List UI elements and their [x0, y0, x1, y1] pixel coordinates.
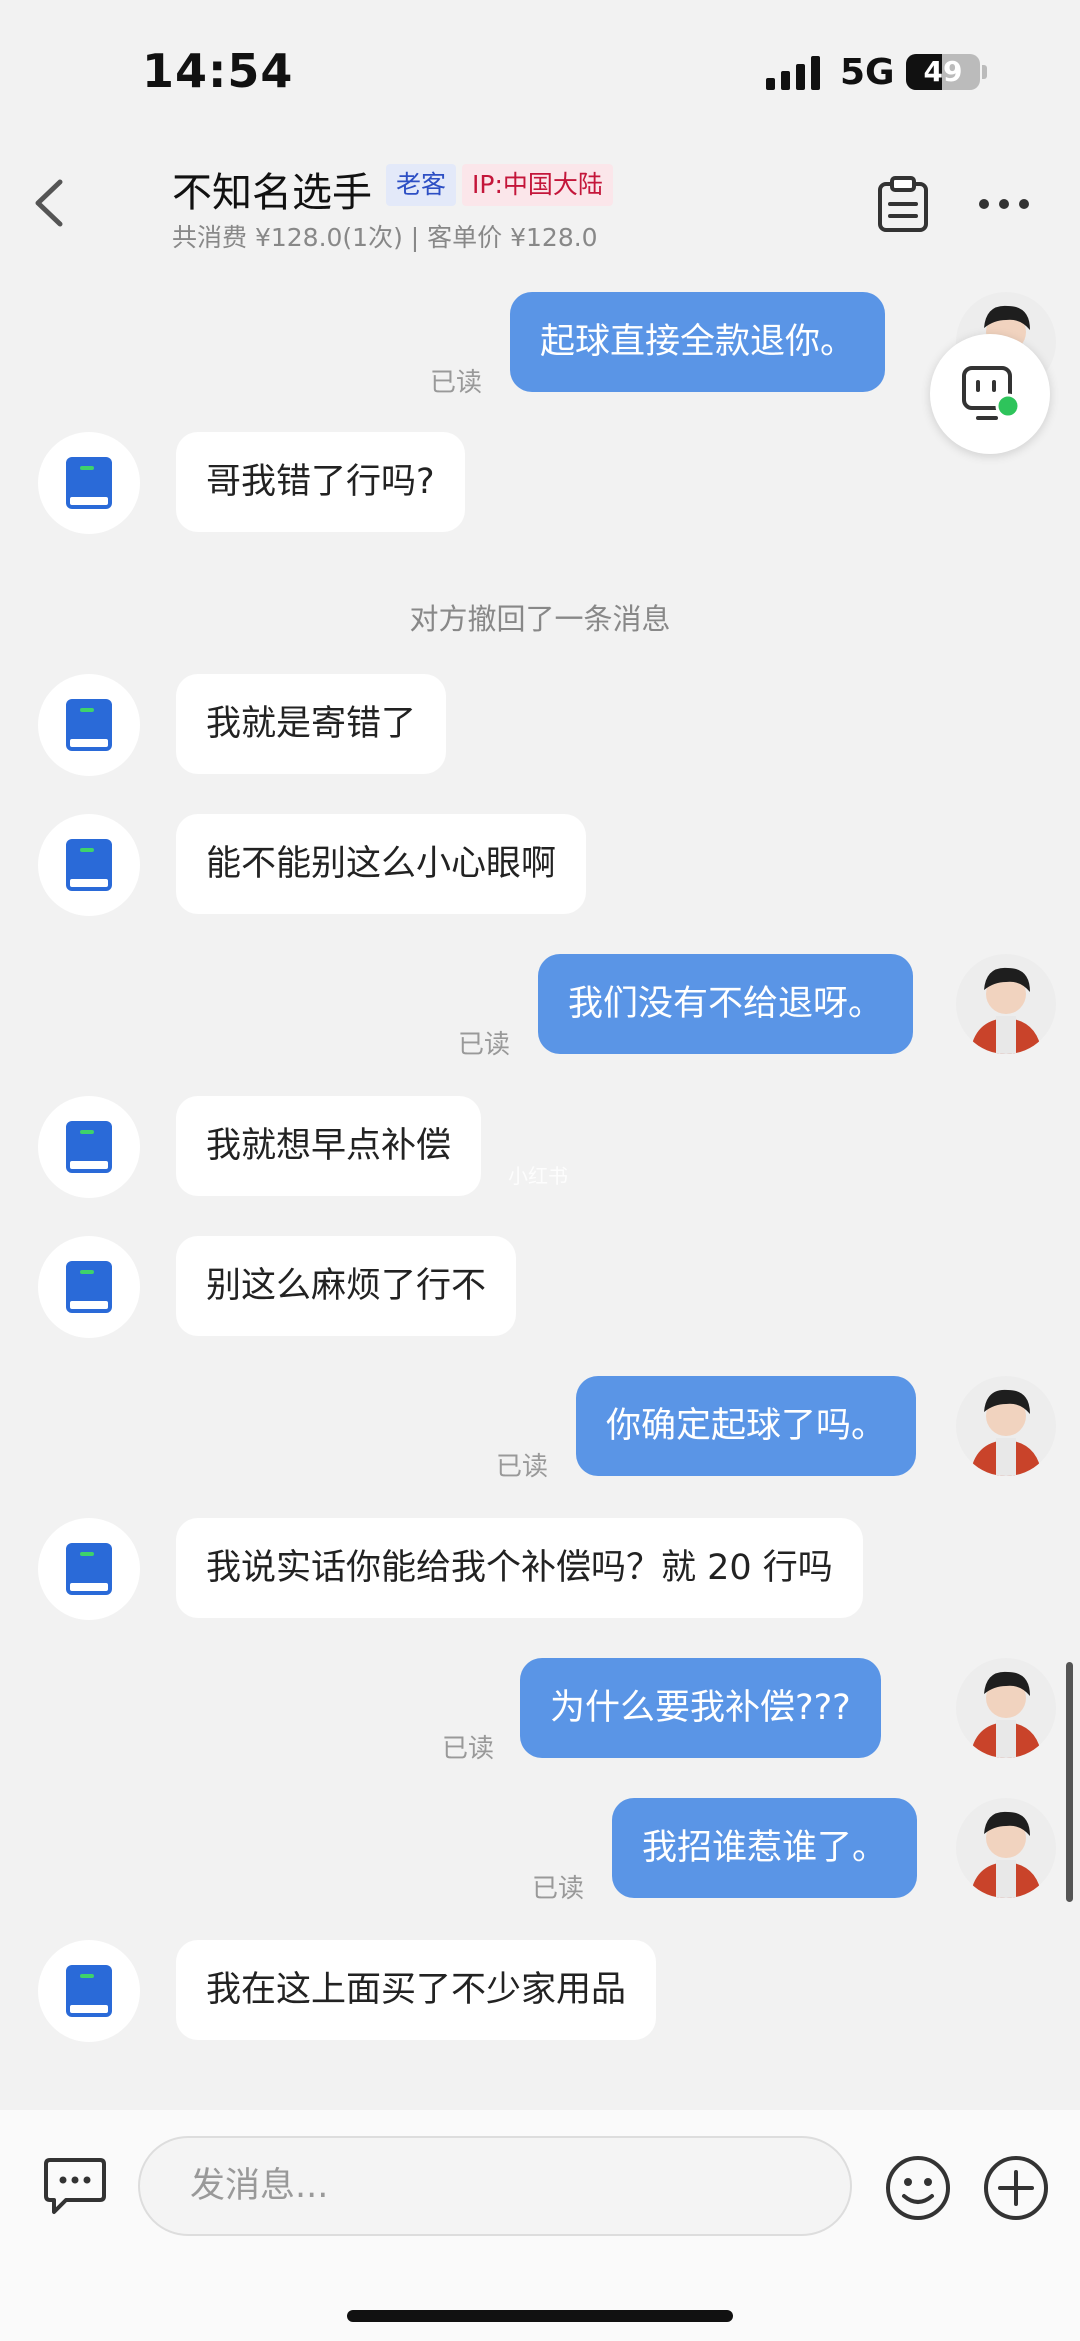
chat-bubble-icon[interactable] [44, 2156, 106, 2216]
network-type: 5G [840, 52, 895, 93]
tag-ip-location: IP:中国大陆 [462, 164, 613, 206]
message-bubble-incoming[interactable]: 哥我错了行吗? [176, 432, 465, 532]
message-input[interactable]: 发消息... [138, 2136, 852, 2236]
read-receipt: 已读 [430, 368, 483, 398]
read-receipt: 已读 [442, 1734, 495, 1764]
message-bubble-outgoing[interactable]: 为什么要我补偿??? [520, 1658, 881, 1758]
message-bubble-outgoing[interactable]: 我们没有不给退呀。 [538, 954, 914, 1054]
watermark: 小红书 [508, 1164, 568, 1188]
battery-icon: 49 [906, 54, 980, 90]
back-arrow-icon[interactable] [30, 178, 70, 228]
contact-avatar[interactable] [38, 1518, 140, 1620]
my-avatar[interactable] [956, 1376, 1056, 1476]
contact-name[interactable]: 不知名选手 [172, 160, 372, 218]
plus-icon[interactable] [982, 2154, 1050, 2222]
message-bubble-incoming[interactable]: 我说实话你能给我个补偿吗？就 20 行吗 [176, 1518, 863, 1618]
clipboard-icon[interactable] [876, 176, 930, 232]
message-bubble-incoming[interactable]: 我在这上面买了不少家用品 [176, 1940, 657, 2040]
my-avatar[interactable] [956, 954, 1056, 1054]
battery-percent: 49 [923, 55, 963, 88]
read-receipt: 已读 [496, 1452, 549, 1482]
emoji-icon[interactable] [884, 2154, 952, 2222]
scrollbar[interactable] [1066, 1662, 1073, 1902]
message-bubble-incoming[interactable]: 能不能别这么小心眼啊 [176, 814, 587, 914]
message-bubble-outgoing[interactable]: 你确定起球了吗。 [576, 1376, 917, 1476]
message-bubble-outgoing[interactable]: 起球直接全款退你。 [510, 292, 886, 392]
contact-avatar[interactable] [38, 1096, 140, 1198]
message-bubble-outgoing[interactable]: 我招谁惹谁了。 [612, 1798, 918, 1898]
signal-icon [766, 56, 820, 90]
status-time: 14:54 [142, 44, 294, 98]
read-receipt: 已读 [458, 1030, 511, 1060]
home-indicator [347, 2310, 733, 2322]
read-receipt: 已读 [532, 1874, 585, 1904]
robot-assistant-button[interactable] [930, 334, 1050, 454]
message-bubble-incoming[interactable]: 我就想早点补偿 [176, 1096, 482, 1196]
tag-returning-customer: 老客 [386, 164, 457, 206]
message-bubble-incoming[interactable]: 别这么麻烦了行不 [176, 1236, 517, 1336]
my-avatar[interactable] [956, 1658, 1056, 1758]
recalled-message-notice: 对方撤回了一条消息 [409, 602, 671, 636]
message-bubble-incoming[interactable]: 我就是寄错了 [176, 674, 447, 774]
my-avatar[interactable] [956, 1798, 1056, 1898]
message-input-placeholder: 发消息... [190, 2166, 329, 2206]
contact-summary: 共消费 ¥128.0(1次) | 客单价 ¥128.0 [172, 223, 598, 252]
more-dots-icon[interactable] [978, 196, 1030, 212]
contact-avatar[interactable] [38, 674, 140, 776]
contact-avatar[interactable] [38, 1236, 140, 1338]
robot-assistant-icon [962, 366, 1021, 420]
contact-avatar[interactable] [38, 432, 140, 534]
battery-cap [982, 65, 987, 79]
contact-avatar[interactable] [38, 814, 140, 916]
contact-avatar[interactable] [38, 1940, 140, 2042]
